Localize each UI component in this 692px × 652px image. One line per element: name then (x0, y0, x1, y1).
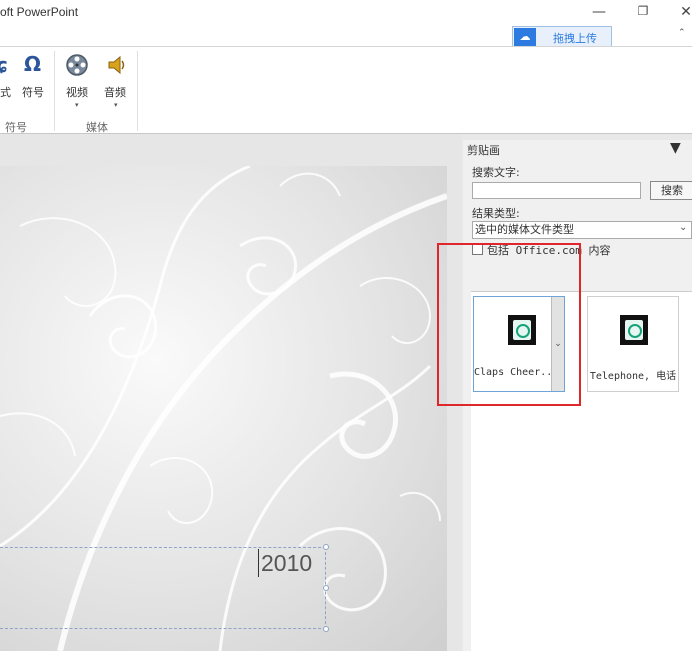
ribbon: ɕ 式 Ω 符号 视频 ▾ 音频 ▾ 符号 媒体 (0, 46, 692, 134)
cloud-icon: ☁ (514, 28, 536, 46)
search-input[interactable] (472, 182, 641, 199)
maximize-button[interactable]: ❐ (633, 4, 653, 22)
ribbon-separator (137, 51, 138, 131)
search-label: 搜索文字: (472, 166, 520, 179)
resize-handle[interactable] (323, 626, 329, 632)
watermark-logo: 搜狗指南 (512, 572, 608, 600)
close-button[interactable]: ✕ (676, 4, 692, 22)
chevron-down-icon[interactable]: ⌄ (679, 222, 687, 233)
film-reel-icon (65, 53, 89, 77)
symbol-label: 符号 (22, 86, 44, 99)
speaker-icon (106, 54, 128, 76)
audio-caret-icon: ▾ (114, 101, 118, 109)
group-label-media: 媒体 (86, 121, 108, 134)
result-item-label: Telephone, 电话 (589, 371, 677, 382)
omega-icon: Ω (24, 52, 42, 76)
resize-handle[interactable] (323, 585, 329, 591)
pane-title: 剪贴画 (467, 144, 500, 157)
audio-label: 音频 (104, 86, 126, 99)
video-caret-icon: ▾ (75, 101, 79, 109)
watermark-url: zhinan.sogou.com (516, 606, 622, 621)
annotation-highlight-box (437, 243, 581, 406)
window-title: oft PowerPoint (0, 5, 79, 19)
result-type-select[interactable]: 选中的媒体文件类型 (472, 221, 692, 239)
ribbon-separator (54, 51, 55, 131)
minimize-button[interactable]: — (589, 4, 609, 22)
slide-year-text[interactable]: 2010 (258, 549, 312, 577)
pane-menu-icon[interactable]: ▼ (670, 140, 681, 156)
search-button[interactable]: 搜索 (650, 181, 692, 200)
equation-label: 式 (0, 86, 11, 99)
video-label: 视频 (66, 86, 88, 99)
result-type-label: 结果类型: (472, 207, 520, 220)
sound-file-icon (620, 315, 648, 345)
ribbon-collapse-icon[interactable]: ⌃ (678, 28, 686, 38)
cloud-upload-label: 拖拽上传 (553, 32, 597, 45)
group-label-symbols: 符号 (5, 121, 27, 134)
result-item[interactable]: Telephone, 电话 (587, 296, 679, 392)
equation-icon[interactable]: ɕ (0, 53, 8, 77)
resize-handle[interactable] (323, 544, 329, 550)
cloud-upload-button[interactable]: ☁ 拖拽上传 (512, 26, 612, 48)
